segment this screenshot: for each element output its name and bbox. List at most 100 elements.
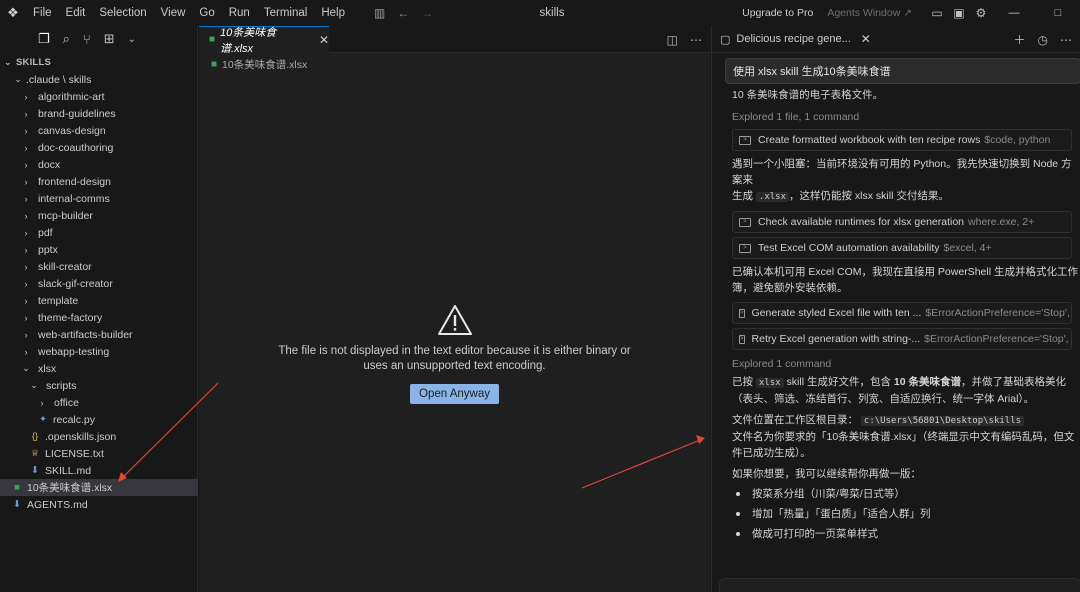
command-label: Test Excel COM automation availability [758, 242, 940, 254]
file-tree: ⌄ .claude \ skills › algorithmic-art › bran… [0, 71, 198, 513]
tree-item-label: AGENTS.md [27, 498, 88, 511]
tree-folder[interactable]: › frontend-design [0, 173, 198, 190]
back-arrow-icon[interactable]: ← [397, 6, 409, 20]
list-item: 增加「热量」「蛋白质」「适合人群」列 [732, 504, 1080, 524]
tab-xlsx-file[interactable]: ■ 10条美味食谱.xlsx ✕ [199, 25, 329, 55]
window-title: skills [539, 7, 565, 19]
tree-file[interactable]: ✦ recalc.py [0, 411, 198, 428]
close-tab-icon[interactable]: ✕ [319, 33, 329, 47]
window-minimize-icon[interactable]: — [992, 7, 1036, 19]
panel-layout-icon[interactable]: ▭ [926, 6, 948, 20]
tree-folder[interactable]: › slack-gif-creator [0, 275, 198, 292]
forward-arrow-icon[interactable]: → [421, 6, 433, 20]
files-icon[interactable]: ❐ [38, 31, 50, 47]
tree-folder[interactable]: › web-artifacts-builder [0, 326, 198, 343]
explorer-section-header[interactable]: ⌄ SKILLS [0, 53, 197, 71]
tree-folder[interactable]: › doc-coauthoring [0, 139, 198, 156]
tab-bar: ■ 10条美味食谱.xlsx ✕ ◫ ⋯ [199, 25, 710, 55]
chat-bubble-icon[interactable]: ▣ [948, 6, 970, 20]
tree-folder[interactable]: › pdf [0, 224, 198, 241]
paragraph-text: 已按 [732, 376, 753, 388]
breadcrumb-item[interactable]: 10条美味食谱.xlsx [222, 57, 307, 72]
user-prompt[interactable]: 使用 xlsx skill 生成10条美味食谱 [725, 58, 1080, 84]
settings-gear-icon[interactable]: ⚙ [970, 6, 992, 20]
explored-summary[interactable]: Explored 1 command [732, 356, 1080, 372]
tree-root-folder[interactable]: ⌄ .claude \ skills [0, 71, 198, 88]
command-block[interactable]: > Test Excel COM automation availability… [732, 237, 1072, 259]
command-block[interactable]: > Generate styled Excel file with ten ..… [732, 302, 1072, 324]
tree-folder[interactable]: › internal-comms [0, 190, 198, 207]
command-block[interactable]: > Check available runtimes for xlsx gene… [732, 211, 1072, 233]
terminal-icon: > [739, 217, 751, 227]
list-item: 做成可打印的一页菜单样式 [732, 524, 1080, 544]
chat-tab-title[interactable]: Delicious recipe gene... [736, 33, 850, 45]
license-file-icon: ♕ [30, 448, 40, 459]
tree-folder[interactable]: ⌄ xlsx [0, 360, 198, 377]
menu-file[interactable]: File [26, 0, 59, 26]
extensions-icon[interactable]: ⊞ [104, 31, 115, 47]
menu-go[interactable]: Go [192, 0, 221, 26]
markdown-file-icon: ⬇ [13, 499, 21, 510]
menu-help[interactable]: Help [314, 0, 352, 26]
more-actions-icon[interactable]: ⋯ [1060, 33, 1072, 47]
terminal-icon: > [739, 308, 745, 318]
upgrade-link[interactable]: Upgrade to Pro [742, 7, 813, 19]
history-icon[interactable]: ◷ [1038, 33, 1048, 47]
new-chat-icon[interactable]: ＋ [1014, 31, 1026, 48]
tree-item-label: 10条美味食谱.xlsx [27, 482, 113, 494]
menu-view[interactable]: View [154, 0, 193, 26]
open-anyway-button[interactable]: Open Anyway [410, 384, 499, 404]
tree-item-label: pptx [38, 243, 58, 256]
markdown-file-icon: ⬇ [31, 465, 39, 476]
tree-folder[interactable]: › pptx [0, 241, 198, 258]
split-editor-icon[interactable]: ◫ [667, 33, 678, 47]
command-block[interactable]: > Retry Excel generation with string-...… [732, 328, 1072, 350]
paragraph-text: 遇到一个小阻塞：当前环境没有可用的 Python。我先快速切换到 Node 方案… [732, 158, 1072, 186]
python-file-icon: ✦ [39, 414, 47, 425]
tree-file[interactable]: ⬇ AGENTS.md [0, 496, 198, 513]
excel-file-icon: ■ [209, 34, 216, 45]
tree-folder[interactable]: › brand-guidelines [0, 105, 198, 122]
tree-file[interactable]: ♕ LICENSE.txt [0, 445, 198, 462]
tree-folder[interactable]: › theme-factory [0, 309, 198, 326]
tree-item-label: LICENSE.txt [45, 447, 104, 460]
terminal-icon: > [739, 135, 751, 145]
tree-folder[interactable]: › docx [0, 156, 198, 173]
tree-item-label: brand-guidelines [38, 107, 116, 120]
tree-folder[interactable]: › skill-creator [0, 258, 198, 275]
editor-area: ■ 10条美味食谱.xlsx ✕ ◫ ⋯ ■ 10条美味食谱.xlsx The … [199, 25, 710, 592]
tree-file[interactable]: ⬇ SKILL.md [0, 462, 198, 479]
close-chat-icon[interactable]: ✕ [861, 32, 871, 46]
source-control-icon[interactable]: ⑂ [83, 32, 91, 47]
tab-label: 10条美味食谱.xlsx [220, 26, 277, 55]
window-maximize-icon[interactable]: □ [1036, 7, 1080, 19]
tree-folder[interactable]: › algorithmic-art [0, 88, 198, 105]
explored-summary[interactable]: Explored 1 file, 1 command [732, 109, 1080, 125]
search-icon[interactable]: ⌕ [63, 31, 70, 47]
tree-folder[interactable]: › mcp-builder [0, 207, 198, 224]
more-actions-icon[interactable]: ⋯ [690, 33, 702, 47]
chat-input[interactable] [719, 578, 1080, 592]
agents-window-link[interactable]: Agents Window ↗ [827, 7, 912, 19]
menu-run[interactable]: Run [222, 0, 257, 26]
toggle-sidebar-icon[interactable]: ▥ [374, 6, 385, 20]
chevron-down-icon[interactable]: ⌄ [128, 34, 136, 45]
tree-folder[interactable]: ⌄ scripts [0, 377, 198, 394]
agent-chat-panel: ▢ Delicious recipe gene... ✕ ＋ ◷ ⋯ 使用 xl… [711, 26, 1080, 592]
tree-folder[interactable]: › canvas-design [0, 122, 198, 139]
tree-folder[interactable]: › template [0, 292, 198, 309]
menu-terminal[interactable]: Terminal [257, 0, 314, 26]
chevron-right-icon: › [24, 261, 28, 272]
tree-folder[interactable]: › office [0, 394, 198, 411]
tree-item-label: web-artifacts-builder [38, 328, 133, 341]
tree-file[interactable]: ■ 10条美味食谱.xlsx [0, 479, 198, 496]
menu-selection[interactable]: Selection [92, 0, 153, 26]
warning-icon [437, 305, 472, 335]
command-meta: where.exe, 2+ [968, 216, 1035, 228]
chevron-right-icon: › [24, 193, 28, 204]
menu-edit[interactable]: Edit [59, 0, 93, 26]
inline-code: c:\Users\56801\Desktop\skills [860, 416, 1025, 426]
tree-file[interactable]: {} .openskills.json [0, 428, 198, 445]
command-block[interactable]: > Create formatted workbook with ten rec… [732, 129, 1072, 151]
tree-folder[interactable]: › webapp-testing [0, 343, 198, 360]
